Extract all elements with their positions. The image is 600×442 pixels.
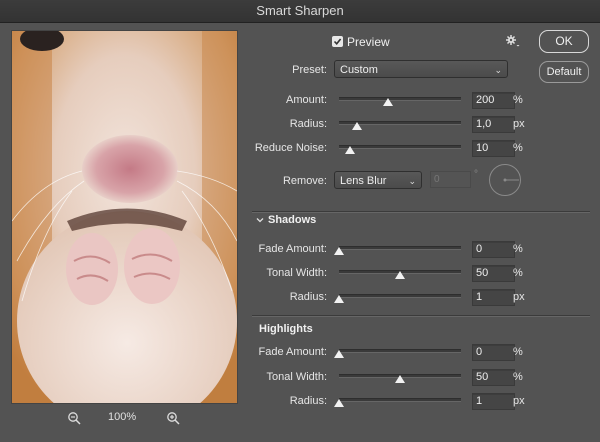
reduce-noise-label: Reduce Noise:: [254, 142, 327, 154]
preset-select[interactable]: Custom ⌄: [334, 60, 508, 78]
shadows-fade-amount-field[interactable]: 0: [472, 241, 515, 258]
highlights-tonal-width-thumb[interactable]: [395, 375, 405, 383]
remove-select[interactable]: Lens Blur ⌄: [334, 171, 422, 189]
window-titlebar: Smart Sharpen: [0, 0, 600, 23]
radius-label: Radius:: [289, 118, 327, 130]
preset-label: Preset:: [292, 64, 327, 76]
shadows-fade-amount-slider[interactable]: [339, 246, 461, 250]
radius-field[interactable]: 1,0: [472, 116, 515, 133]
default-button[interactable]: Default: [539, 61, 589, 83]
zoom-out-icon[interactable]: [66, 410, 82, 426]
angle-field: 0: [430, 171, 471, 188]
shadows-radius-label: Radius:: [289, 291, 327, 303]
chevron-down-icon: ⌄: [494, 65, 502, 75]
window-title: Smart Sharpen: [256, 3, 344, 18]
highlights-radius-slider[interactable]: [339, 398, 461, 402]
highlights-fade-amount-thumb[interactable]: [334, 350, 344, 358]
amount-slider-thumb[interactable]: [382, 98, 393, 106]
shadows-tonal-width-thumb[interactable]: [395, 271, 405, 279]
highlights-radius-thumb[interactable]: [334, 399, 344, 407]
zoom-level: 100%: [108, 411, 137, 423]
highlights-tonal-width-field[interactable]: 50: [472, 369, 515, 386]
amount-field[interactable]: 200: [472, 92, 515, 109]
highlights-fade-amount-slider[interactable]: [339, 349, 461, 353]
angle-unit: °: [474, 169, 478, 180]
amount-unit: %: [513, 94, 523, 106]
remove-value: Lens Blur: [340, 175, 387, 187]
shadows-fade-amount-unit: %: [513, 243, 523, 255]
highlights-fade-amount-label: Fade Amount:: [258, 346, 328, 358]
reduce-noise-slider-thumb[interactable]: [344, 146, 355, 154]
chevron-down-icon: ⌄: [408, 176, 416, 186]
preview-checkbox[interactable]: [332, 36, 343, 47]
shadows-radius-field[interactable]: 1: [472, 289, 515, 306]
highlights-fade-amount-field[interactable]: 0: [472, 344, 515, 361]
amount-slider[interactable]: [339, 97, 461, 101]
zoom-bar: 100%: [0, 408, 250, 428]
radius-unit: px: [513, 118, 525, 130]
shadows-divider: [252, 211, 590, 213]
preset-value: Custom: [340, 64, 378, 76]
gear-icon[interactable]: [505, 34, 521, 51]
highlights-title: Highlights: [259, 323, 313, 335]
highlights-radius-unit: px: [513, 395, 525, 407]
reduce-noise-field[interactable]: 10: [472, 140, 515, 157]
shadows-tonal-width-unit: %: [513, 267, 523, 279]
amount-label: Amount:: [286, 94, 327, 106]
shadows-fade-amount-label: Fade Amount:: [258, 243, 328, 255]
shadows-title: Shadows: [268, 214, 317, 226]
preview-label: Preview: [347, 35, 390, 49]
shadows-tonal-width-field[interactable]: 50: [472, 265, 515, 282]
highlights-tonal-width-unit: %: [513, 371, 523, 383]
highlights-radius-label: Radius:: [289, 395, 327, 407]
shadows-radius-thumb[interactable]: [334, 295, 344, 303]
hamster-photo: [12, 31, 237, 403]
angle-dial-icon: [488, 163, 522, 200]
shadows-radius-slider[interactable]: [339, 294, 461, 298]
shadows-radius-unit: px: [513, 291, 525, 303]
reduce-noise-slider[interactable]: [339, 145, 461, 149]
zoom-in-icon[interactable]: [165, 410, 181, 426]
radius-slider-thumb[interactable]: [352, 122, 363, 130]
preview-image[interactable]: [11, 30, 238, 404]
highlights-radius-field[interactable]: 1: [472, 393, 515, 410]
highlights-tonal-width-label: Tonal Width:: [266, 371, 327, 383]
remove-label: Remove:: [282, 175, 327, 187]
ok-button[interactable]: OK: [539, 30, 589, 53]
highlights-fade-amount-unit: %: [513, 346, 523, 358]
shadows-tonal-width-label: Tonal Width:: [266, 267, 327, 279]
highlights-divider: [252, 315, 590, 317]
shadows-collapse-icon[interactable]: [256, 215, 264, 227]
reduce-noise-unit: %: [513, 142, 523, 154]
shadows-fade-amount-thumb[interactable]: [334, 247, 344, 255]
